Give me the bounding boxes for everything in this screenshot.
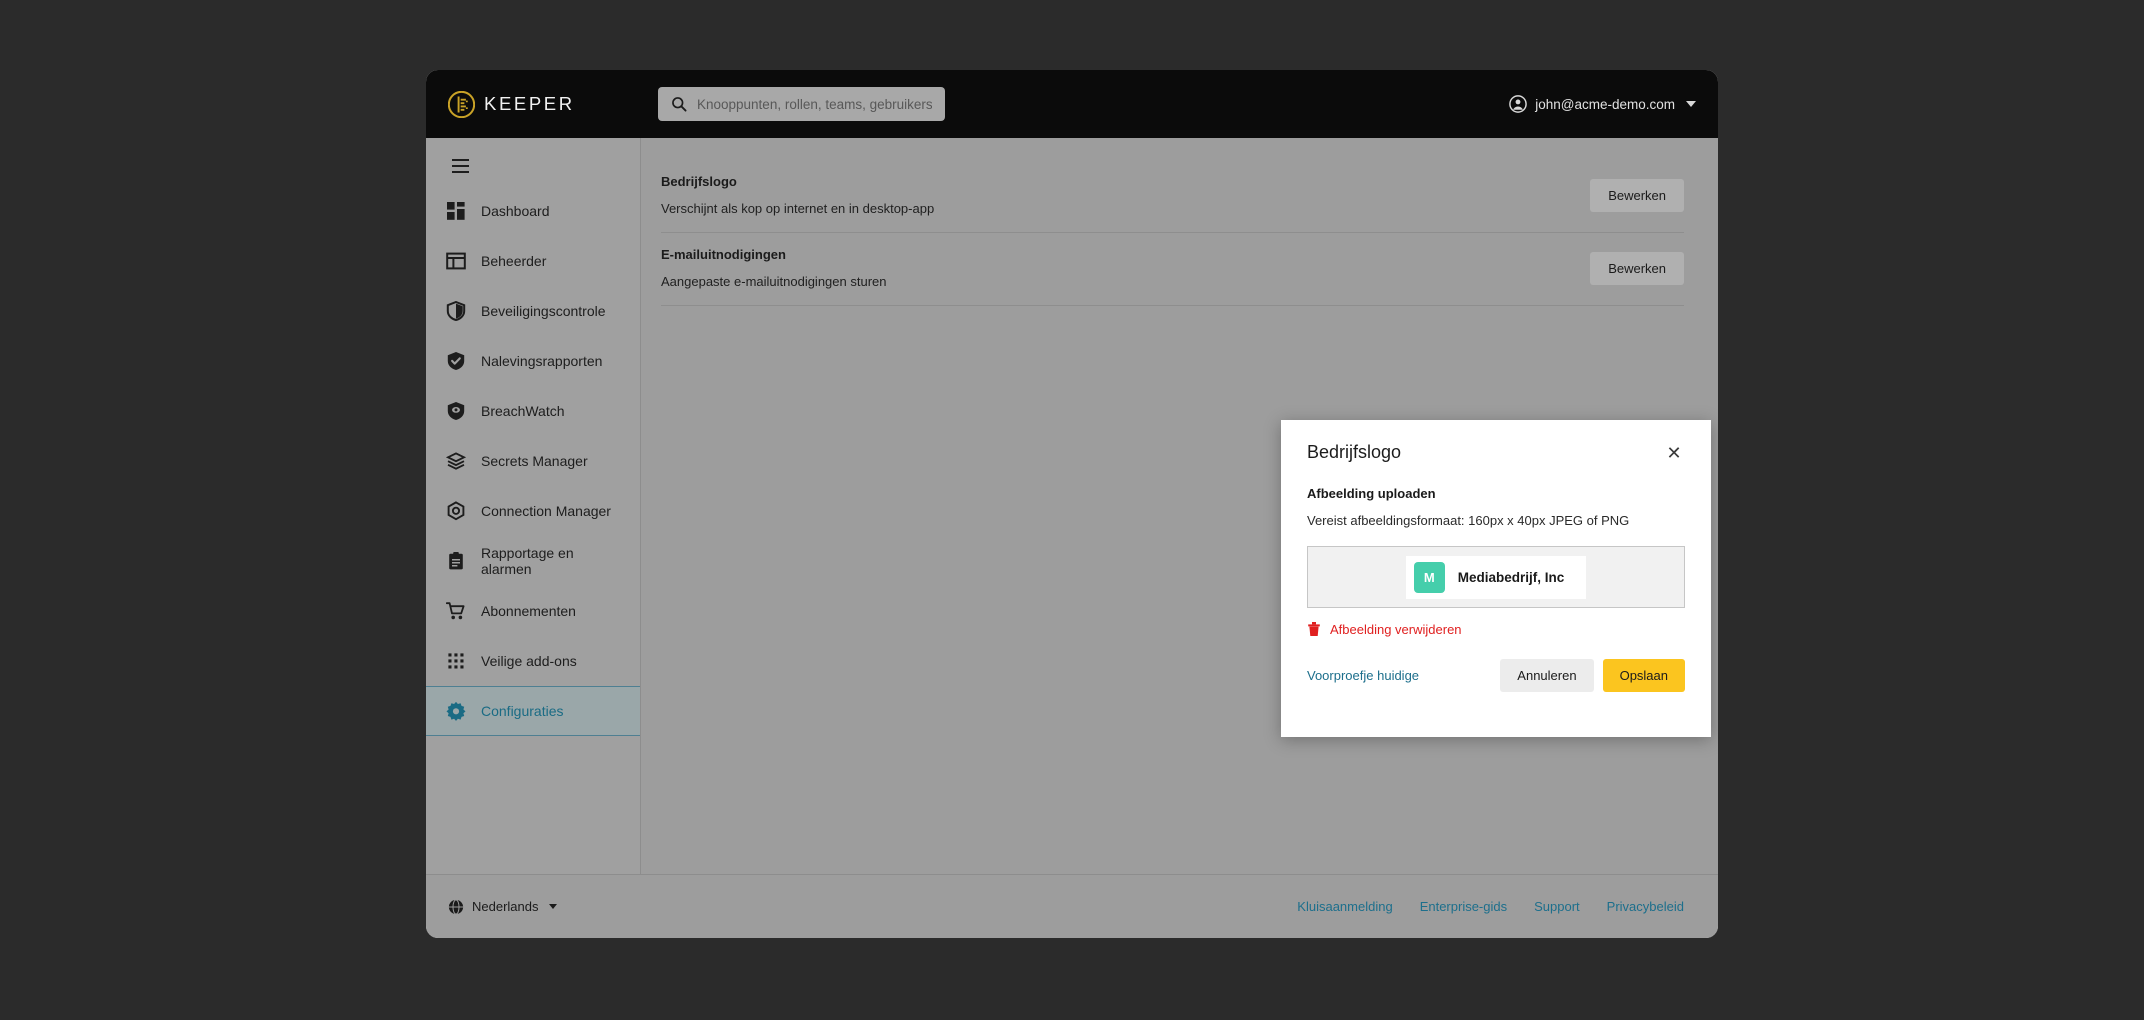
- brand-wordmark: KEEPER: [484, 92, 575, 114]
- sidebar-item-label: Nalevingsrapporten: [481, 353, 603, 369]
- remove-image-button[interactable]: Afbeelding verwijderen: [1307, 621, 1685, 637]
- sidebar-item-label: Configuraties: [481, 703, 564, 719]
- sidebar-item-label: BreachWatch: [481, 403, 565, 419]
- modal-header: Bedrijfslogo ✕: [1307, 442, 1685, 464]
- user-avatar-icon: [1509, 95, 1528, 113]
- setting-texts: E-mailuitnodigingen Aangepaste e-mailuit…: [661, 247, 887, 289]
- setting-title: E-mailuitnodigingen: [661, 247, 786, 262]
- footer-links: Kluisaanmelding Enterprise-gids Support …: [1297, 899, 1684, 914]
- edit-emailuitnodigingen-button[interactable]: Bewerken: [1590, 251, 1684, 285]
- sidebar-item-label: Beheerder: [481, 253, 547, 269]
- language-label: Nederlands: [472, 899, 539, 914]
- setting-description: Verschijnt als kop op internet en in des…: [661, 201, 935, 216]
- gear-icon: [446, 701, 466, 721]
- shopping-cart-icon: [446, 602, 465, 620]
- grid-dots-icon: [448, 653, 464, 669]
- close-icon[interactable]: ✕: [1663, 442, 1685, 464]
- layers-icon: [446, 452, 466, 470]
- hexagon-node-icon: [447, 501, 465, 521]
- chevron-down-icon: [548, 904, 557, 909]
- language-picker[interactable]: Nederlands: [448, 898, 557, 915]
- setting-texts: Bedrijfslogo Verschijnt als kop op inter…: [661, 174, 934, 216]
- preview-current-link[interactable]: Voorproefje huidige: [1307, 668, 1419, 683]
- hamburger-bar: [451, 165, 469, 167]
- sidebar-item-label: Rapportage en alarmen: [481, 545, 574, 577]
- sidebar-item-beheerder[interactable]: Beheerder: [426, 236, 640, 286]
- search-input[interactable]: [697, 96, 932, 112]
- sidebar-item-breachwatch[interactable]: BreachWatch: [426, 386, 640, 436]
- hamburger-bar: [451, 171, 469, 173]
- sidebar-collapse-toggle[interactable]: [438, 146, 482, 186]
- sidebar-item-label: Veilige add-ons: [481, 653, 577, 669]
- footer-link-enterprise-gids[interactable]: Enterprise-gids: [1420, 899, 1507, 914]
- shield-eye-icon: [447, 402, 465, 420]
- upload-section-label: Afbeelding uploaden: [1307, 486, 1436, 501]
- keeper-logo-icon: [448, 90, 475, 118]
- sidebar-item-abonnementen[interactable]: Abonnementen: [426, 586, 640, 636]
- setting-description: Aangepaste e-mailuitnodigingen sturen: [661, 274, 887, 289]
- clipboard-icon: [449, 552, 463, 570]
- shield-half-icon: [446, 301, 466, 321]
- user-email-label: john@acme-demo.com: [1535, 96, 1675, 112]
- logo-initial-tile: M: [1413, 561, 1445, 593]
- sidebar-item-rapportage-en-alarmen[interactable]: Rapportage en alarmen: [426, 536, 640, 586]
- dashboard-icon: [447, 202, 465, 220]
- sidebar: Dashboard Beheerder Beveiligingscontrole: [426, 138, 641, 874]
- setting-row-emailuitnodigingen: E-mailuitnodigingen Aangepaste e-mailuit…: [661, 233, 1684, 306]
- modal-action-buttons: Annuleren Opslaan: [1500, 659, 1685, 692]
- search-box[interactable]: [658, 87, 945, 121]
- admin-panel-icon: [446, 252, 466, 270]
- sidebar-item-configuraties[interactable]: Configuraties: [426, 686, 640, 736]
- edit-bedrijfslogo-button[interactable]: Bewerken: [1590, 178, 1684, 212]
- bedrijfslogo-modal: Bedrijfslogo ✕ Afbeelding uploaden Verei…: [1281, 420, 1711, 737]
- shield-check-icon: [447, 352, 465, 370]
- search-icon: [672, 97, 687, 112]
- sidebar-item-label: Dashboard: [481, 203, 550, 219]
- chevron-down-icon: [1686, 101, 1696, 107]
- setting-row-bedrijfslogo: Bedrijfslogo Verschijnt als kop op inter…: [661, 160, 1684, 233]
- top-bar: KEEPER john@acme-demo.com: [426, 70, 1718, 138]
- trash-icon: [1308, 622, 1320, 636]
- modal-actions: Voorproefje huidige Annuleren Opslaan: [1307, 659, 1685, 692]
- sidebar-item-nalevingsrapporten[interactable]: Nalevingsrapporten: [426, 336, 640, 386]
- globe-icon: [448, 898, 464, 915]
- app-window: KEEPER john@acme-demo.com: [426, 70, 1718, 938]
- sidebar-item-dashboard[interactable]: Dashboard: [426, 186, 640, 236]
- hamburger-bar: [451, 159, 469, 161]
- sidebar-item-connection-manager[interactable]: Connection Manager: [426, 486, 640, 536]
- sidebar-item-label: Secrets Manager: [481, 453, 588, 469]
- logo-company-name: Mediabedrijf, Inc: [1457, 569, 1565, 585]
- sidebar-item-secrets-manager[interactable]: Secrets Manager: [426, 436, 640, 486]
- save-button[interactable]: Opslaan: [1602, 659, 1685, 692]
- sidebar-item-label: Abonnementen: [481, 603, 576, 619]
- sidebar-item-label: Connection Manager: [481, 503, 611, 519]
- modal-title: Bedrijfslogo: [1307, 442, 1402, 462]
- footer: Nederlands Kluisaanmelding Enterprise-gi…: [426, 874, 1718, 938]
- image-dropzone[interactable]: M Mediabedrijf, Inc: [1307, 546, 1685, 608]
- footer-link-kluisaanmelding[interactable]: Kluisaanmelding: [1297, 899, 1392, 914]
- logo-preview: M Mediabedrijf, Inc: [1405, 555, 1587, 599]
- user-menu[interactable]: john@acme-demo.com: [1509, 95, 1696, 113]
- remove-image-label: Afbeelding verwijderen: [1330, 621, 1462, 637]
- setting-title: Bedrijfslogo: [661, 174, 737, 189]
- sidebar-item-veilige-add-ons[interactable]: Veilige add-ons: [426, 636, 640, 686]
- sidebar-item-label: Beveiligingscontrole: [481, 303, 606, 319]
- cancel-button[interactable]: Annuleren: [1500, 659, 1594, 692]
- footer-link-privacybeleid[interactable]: Privacybeleid: [1607, 899, 1684, 914]
- upload-format-hint: Vereist afbeeldingsformaat: 160px x 40px…: [1307, 513, 1630, 528]
- footer-link-support[interactable]: Support: [1534, 899, 1580, 914]
- sidebar-item-beveiligingscontrole[interactable]: Beveiligingscontrole: [426, 286, 640, 336]
- brand-logo[interactable]: KEEPER: [448, 90, 648, 118]
